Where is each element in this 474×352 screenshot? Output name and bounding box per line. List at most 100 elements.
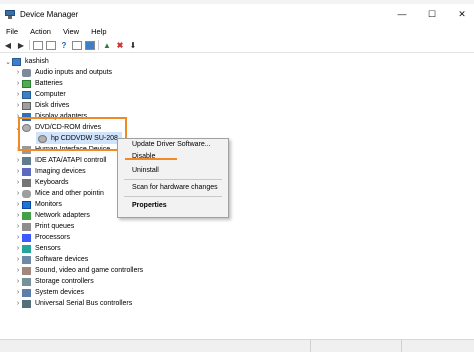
- properties-icon[interactable]: [46, 40, 56, 50]
- computer-icon: [12, 57, 21, 66]
- tree-item-processors[interactable]: › Processors: [14, 232, 70, 243]
- chevron-right-icon[interactable]: ›: [14, 201, 22, 208]
- chevron-right-icon[interactable]: ›: [14, 91, 22, 98]
- forward-arrow-icon[interactable]: ▶: [16, 40, 26, 50]
- tree-item-label: Software devices: [35, 256, 89, 263]
- chevron-down-icon[interactable]: ⌄: [4, 58, 12, 66]
- tree-item-label: Batteries: [35, 80, 63, 87]
- tree-item-monitors[interactable]: › Monitors: [14, 199, 62, 210]
- help-icon[interactable]: ?: [59, 40, 69, 50]
- chevron-right-icon[interactable]: ›: [14, 168, 22, 175]
- chevron-right-icon[interactable]: ›: [14, 212, 22, 219]
- tree-item-network[interactable]: › Network adapters: [14, 210, 90, 221]
- menu-bar: File Action View Help: [0, 24, 474, 38]
- tree-item-usb[interactable]: › Universal Serial Bus controllers: [14, 298, 132, 309]
- dvd-highlight-box: [18, 117, 127, 151]
- tree-item-ide[interactable]: › IDE ATA/ATAPI controll: [14, 155, 106, 166]
- tree-root-label: kashish: [25, 58, 49, 65]
- disk-drive-icon: [22, 101, 31, 110]
- tree-item-label: Network adapters: [35, 212, 90, 219]
- close-button[interactable]: ✕: [450, 4, 474, 24]
- tree-item-system-devices[interactable]: › System devices: [14, 287, 84, 298]
- tree-item-label: Disk drives: [35, 102, 70, 109]
- tree-item-sound-video[interactable]: › Sound, video and game controllers: [14, 265, 143, 276]
- tree-item-label: Storage controllers: [35, 278, 94, 285]
- chevron-right-icon[interactable]: ›: [14, 179, 22, 186]
- tree-item-audio[interactable]: › Audio inputs and outputs: [14, 67, 112, 78]
- tree-item-computer[interactable]: › Computer: [14, 89, 66, 100]
- monitor-icon[interactable]: [85, 40, 95, 50]
- menu-separator: [124, 179, 222, 180]
- tree-item-disk-drives[interactable]: › Disk drives: [14, 100, 69, 111]
- software-device-icon: [22, 255, 31, 264]
- menu-uninstall[interactable]: Uninstall: [132, 167, 159, 174]
- chevron-right-icon[interactable]: ›: [14, 278, 22, 285]
- chevron-right-icon[interactable]: ›: [14, 223, 22, 230]
- back-arrow-icon[interactable]: ◀: [3, 40, 13, 50]
- status-pane: [0, 340, 311, 352]
- menu-update-driver[interactable]: Update Driver Software...: [132, 141, 211, 148]
- device-manager-icon: [5, 9, 15, 19]
- tree-item-label: IDE ATA/ATAPI controll: [35, 157, 107, 164]
- chevron-right-icon[interactable]: ›: [14, 80, 22, 87]
- tree-item-label: Sensors: [35, 245, 61, 252]
- chevron-right-icon[interactable]: ›: [14, 234, 22, 241]
- tree-item-software-devices[interactable]: › Software devices: [14, 254, 88, 265]
- chevron-right-icon[interactable]: ›: [14, 289, 22, 296]
- tree-item-label: Print queues: [35, 223, 75, 230]
- menu-help[interactable]: Help: [91, 27, 106, 36]
- battery-icon: [22, 79, 31, 88]
- system-device-icon: [22, 288, 31, 297]
- tree-item-imaging[interactable]: › Imaging devices: [14, 166, 86, 177]
- update-driver-icon[interactable]: ▲: [102, 40, 112, 50]
- tree-item-label: Imaging devices: [35, 168, 86, 175]
- scan-hardware-icon[interactable]: ⬇: [128, 40, 138, 50]
- show-hide-tree-icon[interactable]: [33, 40, 43, 50]
- tree-item-label: Processors: [35, 234, 71, 241]
- camera-icon: [22, 167, 31, 176]
- chevron-right-icon[interactable]: ›: [14, 300, 22, 307]
- tree-root[interactable]: ⌄ kashish: [4, 56, 49, 67]
- mouse-icon: [22, 189, 31, 198]
- menu-action[interactable]: Action: [30, 27, 51, 36]
- tree-item-mice[interactable]: › Mice and other pointin: [14, 188, 104, 199]
- action-pane-icon[interactable]: [72, 40, 82, 50]
- printer-icon: [22, 222, 31, 231]
- keyboard-icon: [22, 178, 31, 187]
- menu-scan-hardware[interactable]: Scan for hardware changes: [132, 184, 218, 191]
- toolbar-separator: [98, 40, 99, 50]
- tree-item-print-queues[interactable]: › Print queues: [14, 221, 74, 232]
- maximize-button[interactable]: ☐: [420, 4, 444, 24]
- ide-controller-icon: [22, 156, 31, 165]
- chevron-right-icon[interactable]: ›: [14, 190, 22, 197]
- menu-view[interactable]: View: [63, 27, 79, 36]
- chevron-right-icon[interactable]: ›: [14, 245, 22, 252]
- tree-item-label: Sound, video and game controllers: [35, 267, 144, 274]
- tree-item-label: System devices: [35, 289, 85, 296]
- uninstall-icon[interactable]: ✖: [115, 40, 125, 50]
- minimize-button[interactable]: —: [390, 4, 414, 24]
- tree-item-keyboards[interactable]: › Keyboards: [14, 177, 68, 188]
- audio-icon: [22, 68, 31, 77]
- disable-underline: [125, 158, 177, 160]
- tree-item-sensors[interactable]: › Sensors: [14, 243, 61, 254]
- network-icon: [22, 211, 31, 220]
- tree-item-label: Mice and other pointin: [35, 190, 104, 197]
- chevron-right-icon[interactable]: ›: [14, 256, 22, 263]
- chevron-right-icon[interactable]: ›: [14, 102, 22, 109]
- status-pane: [311, 340, 402, 352]
- chevron-right-icon[interactable]: ›: [14, 267, 22, 274]
- monitor-icon: [22, 200, 31, 209]
- menu-file[interactable]: File: [6, 27, 18, 36]
- tree-item-label: Audio inputs and outputs: [35, 69, 113, 76]
- usb-icon: [22, 299, 31, 308]
- speaker-icon: [22, 266, 31, 275]
- menu-properties[interactable]: Properties: [132, 202, 167, 209]
- chevron-right-icon[interactable]: ›: [14, 69, 22, 76]
- tree-item-storage[interactable]: › Storage controllers: [14, 276, 94, 287]
- chevron-right-icon[interactable]: ›: [14, 157, 22, 164]
- tree-item-label: Keyboards: [35, 179, 69, 186]
- context-menu: Update Driver Software... Disable Uninst…: [117, 138, 229, 218]
- tree-item-batteries[interactable]: › Batteries: [14, 78, 63, 89]
- window-title: Device Manager: [20, 9, 79, 19]
